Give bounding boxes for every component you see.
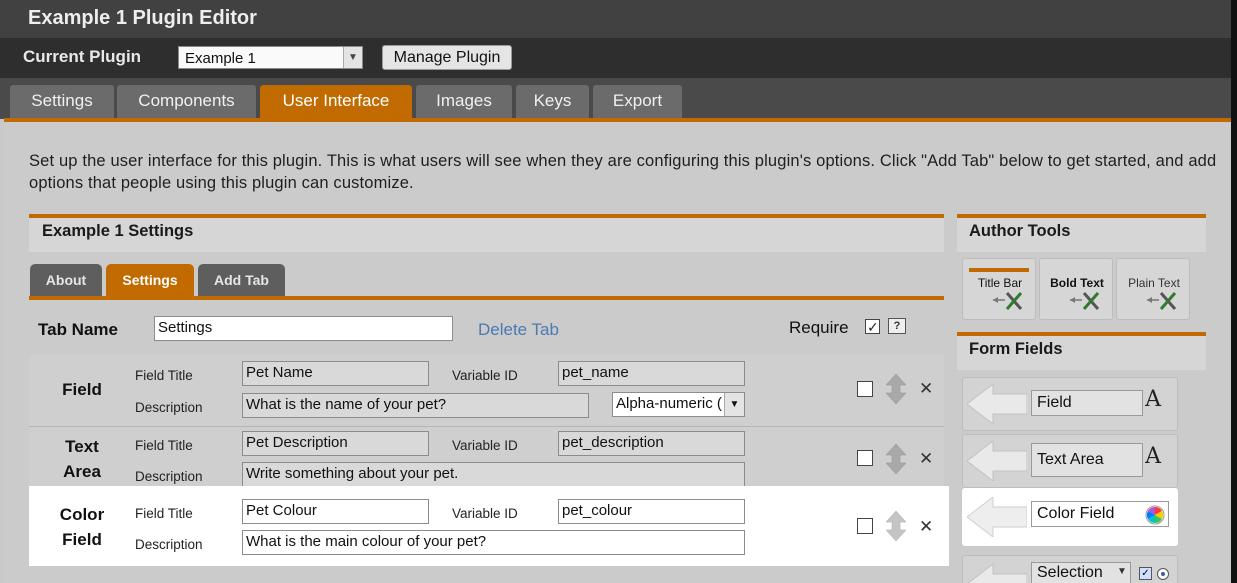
tool-label: Title Bar bbox=[977, 276, 1023, 290]
subtab-about[interactable]: About bbox=[30, 264, 102, 296]
drag-arrow-icon bbox=[967, 562, 1027, 583]
field-type-label-line1: Text bbox=[65, 437, 99, 456]
require-label: Require bbox=[789, 318, 849, 337]
format-select[interactable]: Alpha-numeric ( ▼ bbox=[612, 392, 745, 417]
drag-arrow-icon bbox=[967, 441, 1027, 481]
radio-icon bbox=[1157, 568, 1169, 580]
chevron-down-icon[interactable]: ▼ bbox=[724, 393, 744, 416]
title-bar: Example 1 Plugin Editor bbox=[0, 0, 1231, 38]
tool-plain-text[interactable]: Plain Text bbox=[1116, 258, 1190, 320]
checkbox-icon: ✓ bbox=[1139, 567, 1152, 580]
manage-plugin-button[interactable]: Manage Plugin bbox=[382, 45, 512, 70]
description-input[interactable]: What is the main colour of your pet? bbox=[242, 530, 745, 555]
remove-field-button[interactable]: ✕ bbox=[919, 517, 933, 537]
tab-user-interface[interactable]: User Interface bbox=[260, 85, 412, 119]
field-title-input[interactable]: Pet Name bbox=[242, 361, 429, 386]
field-title-input[interactable]: Pet Colour bbox=[242, 499, 429, 524]
subtab-settings[interactable]: Settings bbox=[106, 264, 194, 296]
title-bar-swatch bbox=[969, 268, 1029, 272]
variable-id-label: Variable ID bbox=[452, 368, 518, 383]
main-tabs: Settings Components User Interface Image… bbox=[0, 78, 1231, 119]
move-arrows-icon[interactable] bbox=[885, 444, 907, 474]
remove-field-button[interactable]: ✕ bbox=[919, 449, 933, 469]
form-field-label: Text Area bbox=[1031, 443, 1143, 477]
description-label: Description bbox=[135, 469, 203, 484]
field-type-label-line1: Color bbox=[59, 505, 105, 524]
form-field-label: Selection bbox=[1031, 562, 1131, 583]
form-fields-title: Form Fields bbox=[957, 336, 1206, 370]
form-field-field[interactable]: Field A bbox=[962, 377, 1178, 431]
form-field-selection[interactable]: Selection ▼ ✓ bbox=[962, 555, 1178, 583]
variable-id-label: Variable ID bbox=[452, 438, 518, 453]
form-field-text-area[interactable]: Text Area A bbox=[962, 434, 1178, 488]
plugin-select[interactable]: Example 1 ▼ bbox=[178, 46, 363, 69]
remove-field-button[interactable]: ✕ bbox=[919, 379, 933, 399]
move-arrows-icon[interactable] bbox=[885, 511, 907, 541]
plugin-select-value: Example 1 bbox=[185, 50, 256, 67]
move-arrows-icon[interactable] bbox=[885, 374, 907, 404]
tool-label: Bold Text bbox=[1050, 276, 1104, 290]
tool-bold-text[interactable]: Bold Text bbox=[1039, 258, 1113, 320]
variable-id-input[interactable]: pet_name bbox=[558, 361, 745, 386]
window-edge bbox=[1231, 0, 1237, 583]
text-glyph-icon: A bbox=[1145, 444, 1161, 469]
description-input[interactable]: What is the name of your pet? bbox=[242, 393, 589, 418]
wrench-screwdriver-icon bbox=[993, 292, 1023, 310]
field-row-pet-description: Text Area Field Title Pet Description Va… bbox=[29, 426, 944, 491]
tab-components[interactable]: Components bbox=[117, 85, 256, 119]
chevron-down-icon[interactable]: ▼ bbox=[343, 47, 362, 68]
chevron-down-icon: ▼ bbox=[1117, 566, 1127, 577]
tab-keys[interactable]: Keys bbox=[516, 85, 589, 119]
field-row-pet-colour: Color Field Field Title Pet Colour Varia… bbox=[29, 491, 944, 563]
field-title-label: Field Title bbox=[135, 368, 193, 383]
variable-id-input[interactable]: pet_description bbox=[558, 431, 745, 456]
field-checkbox[interactable] bbox=[857, 450, 873, 466]
text-glyph-icon: A bbox=[1145, 387, 1161, 412]
field-title-label: Field Title bbox=[135, 438, 193, 453]
wrench-screwdriver-icon bbox=[1147, 292, 1177, 310]
form-field-color-field[interactable]: Color Field bbox=[962, 488, 1178, 546]
field-type-label: Field bbox=[62, 380, 102, 399]
drag-arrow-icon bbox=[967, 497, 1027, 537]
app-title: Example 1 Plugin Editor bbox=[28, 7, 257, 29]
field-title-input[interactable]: Pet Description bbox=[242, 431, 429, 456]
current-plugin-label: Current Plugin bbox=[23, 47, 142, 66]
field-row-pet-name: Field Field Title Pet Name Variable ID p… bbox=[29, 355, 944, 426]
field-type-label-line2: Field bbox=[62, 530, 102, 549]
settings-panel-title: Example 1 Settings bbox=[29, 218, 944, 252]
plugin-bar: Current Plugin Example 1 ▼ Manage Plugin bbox=[0, 38, 1231, 78]
require-checkbox[interactable]: ✓ bbox=[865, 319, 880, 334]
tab-name-label: Tab Name bbox=[38, 320, 118, 339]
drag-arrow-icon bbox=[967, 384, 1027, 424]
tab-export[interactable]: Export bbox=[593, 85, 682, 119]
variable-id-input[interactable]: pet_colour bbox=[558, 499, 745, 524]
variable-id-label: Variable ID bbox=[452, 506, 518, 521]
intro-text: Set up the user interface for this plugi… bbox=[29, 152, 1217, 192]
format-select-value: Alpha-numeric ( bbox=[616, 395, 722, 412]
checkmark-icon: ✓ bbox=[867, 319, 879, 335]
color-wheel-icon bbox=[1145, 505, 1165, 525]
description-label: Description bbox=[135, 400, 203, 415]
help-icon[interactable]: ? bbox=[888, 318, 906, 334]
author-tools-title: Author Tools bbox=[957, 218, 1206, 252]
field-title-label: Field Title bbox=[135, 506, 193, 521]
field-type-label-line2: Area bbox=[63, 462, 101, 481]
description-label: Description bbox=[135, 537, 203, 552]
subtab-add-tab[interactable]: Add Tab bbox=[198, 264, 285, 296]
field-checkbox[interactable] bbox=[857, 518, 873, 534]
tab-name-input[interactable]: Settings bbox=[154, 316, 453, 341]
delete-tab-link[interactable]: Delete Tab bbox=[478, 320, 559, 340]
tab-settings[interactable]: Settings bbox=[10, 85, 114, 119]
tool-label: Plain Text bbox=[1128, 276, 1180, 290]
tab-images[interactable]: Images bbox=[416, 85, 512, 119]
field-checkbox[interactable] bbox=[857, 381, 873, 397]
wrench-screwdriver-icon bbox=[1070, 292, 1100, 310]
form-field-label: Field bbox=[1031, 390, 1143, 416]
description-input[interactable]: Write something about your pet. bbox=[242, 462, 745, 487]
tool-title-bar[interactable]: Title Bar bbox=[962, 258, 1036, 320]
